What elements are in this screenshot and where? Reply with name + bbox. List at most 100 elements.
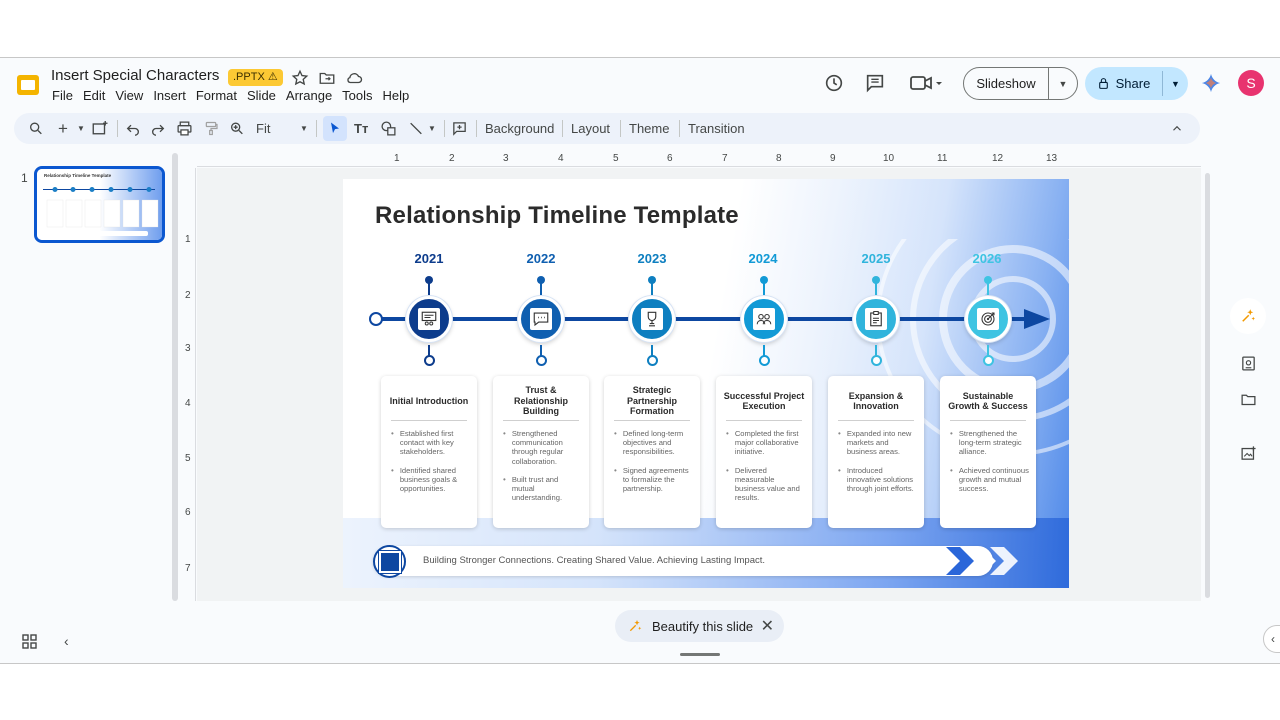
- theme-button[interactable]: Theme: [629, 119, 669, 138]
- zoom-select[interactable]: Fit: [256, 119, 270, 138]
- undo-icon[interactable]: [125, 119, 141, 138]
- insert-comment-icon[interactable]: [451, 119, 468, 138]
- milestone-card[interactable]: Successful Project Execution • Completed …: [716, 376, 812, 528]
- slideshow-label[interactable]: Slideshow: [964, 68, 1049, 99]
- line-icon[interactable]: [408, 119, 424, 138]
- ruler-tick: 3: [503, 153, 509, 164]
- milestone-node[interactable]: [853, 296, 899, 342]
- speaker-notes-handle[interactable]: [680, 653, 720, 656]
- menu-view[interactable]: View: [115, 88, 153, 103]
- meet-icon[interactable]: [909, 72, 945, 94]
- year-label[interactable]: 2025: [846, 251, 906, 266]
- year-label[interactable]: 2023: [622, 251, 682, 266]
- collapse-toolbar-icon[interactable]: [1170, 119, 1184, 138]
- search-menus-icon[interactable]: [28, 119, 44, 138]
- year-label[interactable]: 2022: [511, 251, 571, 266]
- milestone-card[interactable]: Trust & Relationship Building • Strengthe…: [493, 376, 589, 528]
- comments-icon[interactable]: [864, 72, 886, 94]
- milestone-card[interactable]: Expansion & Innovation • Expanded into ne…: [828, 376, 924, 528]
- beautify-chip[interactable]: Beautify this slide ✕: [615, 610, 784, 642]
- card-title: Successful Project Execution: [723, 390, 805, 412]
- milestone-node[interactable]: [629, 296, 675, 342]
- menu-bar: File Edit View Insert Format Slide Arran…: [52, 88, 419, 103]
- year-label[interactable]: 2024: [733, 251, 793, 266]
- slide-thumbnail[interactable]: Relationship Timeline Template: [34, 166, 165, 243]
- slideshow-button[interactable]: Slideshow ▼: [963, 67, 1078, 100]
- ruler-tick: 5: [185, 453, 191, 464]
- keep-side-button[interactable]: [1230, 345, 1266, 381]
- shape-icon[interactable]: [380, 119, 397, 138]
- zoom-dropdown-icon[interactable]: ▼: [300, 119, 308, 138]
- menu-insert[interactable]: Insert: [153, 88, 196, 103]
- ruler-tick: 6: [667, 153, 673, 164]
- milestone-card[interactable]: Initial Introduction • Established first …: [381, 376, 477, 528]
- footer-tagline[interactable]: Building Stronger Connections. Creating …: [423, 555, 765, 566]
- milestone-node[interactable]: [406, 296, 452, 342]
- redo-icon[interactable]: [150, 119, 166, 138]
- side-panel-toggle[interactable]: ‹: [1263, 625, 1280, 653]
- share-main[interactable]: Share: [1085, 71, 1163, 96]
- sparkle-icon: [629, 620, 642, 632]
- zoom-icon[interactable]: [229, 119, 245, 138]
- select-cursor-icon[interactable]: [327, 119, 343, 138]
- timeline-arrow[interactable]: [1024, 309, 1050, 329]
- grid-view-icon[interactable]: [22, 634, 38, 650]
- account-avatar[interactable]: S: [1238, 70, 1264, 96]
- milestone-node[interactable]: [965, 296, 1011, 342]
- close-icon[interactable]: ✕: [761, 616, 774, 636]
- slide-canvas[interactable]: Relationship Timeline Template 2021 2022…: [343, 179, 1069, 588]
- card-bullet: • Delivered measurable business value and…: [726, 465, 800, 503]
- menu-edit[interactable]: Edit: [83, 88, 115, 103]
- star-icon[interactable]: [291, 69, 309, 87]
- ruler-tick: 5: [613, 153, 619, 164]
- timeline-start-marker[interactable]: [369, 312, 383, 326]
- pptx-badge[interactable]: .PPTX ⚠: [228, 69, 283, 86]
- menu-format[interactable]: Format: [196, 88, 247, 103]
- slideshow-dropdown-icon[interactable]: ▼: [1049, 79, 1077, 89]
- paint-format-icon[interactable]: [203, 119, 219, 138]
- gemini-side-button[interactable]: [1230, 298, 1266, 334]
- card-divider: [838, 420, 914, 421]
- slide-title[interactable]: Relationship Timeline Template: [375, 202, 739, 230]
- beautify-label[interactable]: Beautify this slide: [652, 619, 753, 634]
- card-title: Initial Introduction: [389, 395, 469, 406]
- menu-tools[interactable]: Tools: [342, 88, 382, 103]
- print-icon[interactable]: [176, 119, 193, 138]
- collapse-filmstrip-icon[interactable]: ‹: [64, 633, 69, 649]
- vertical-ruler[interactable]: 1 2 3 4 5 6 7: [178, 168, 196, 601]
- transition-button[interactable]: Transition: [688, 119, 745, 138]
- slides-logo-icon[interactable]: [15, 72, 41, 98]
- line-dropdown-icon[interactable]: ▼: [428, 119, 436, 138]
- milestone-node[interactable]: [518, 296, 564, 342]
- timeline-line[interactable]: [381, 317, 1026, 321]
- document-title[interactable]: Insert Special Characters: [51, 67, 219, 84]
- move-folder-icon[interactable]: [318, 69, 336, 87]
- milestone-ring: [759, 355, 770, 366]
- menu-file[interactable]: File: [52, 88, 83, 103]
- menu-help[interactable]: Help: [383, 88, 420, 103]
- cloud-status-icon[interactable]: [345, 69, 363, 87]
- share-button[interactable]: Share ▼: [1085, 67, 1188, 100]
- ruler-tick: 1: [394, 153, 400, 164]
- new-slide-dropdown-icon[interactable]: ▼: [77, 119, 85, 138]
- add-on-side-button[interactable]: [1230, 435, 1266, 471]
- milestone-card[interactable]: Strategic Partnership Formation • Defined…: [604, 376, 700, 528]
- drive-side-button[interactable]: [1230, 381, 1266, 417]
- version-history-icon[interactable]: [823, 72, 845, 94]
- text-box-icon[interactable]: Tт: [354, 119, 368, 138]
- layout-button[interactable]: Layout: [571, 119, 610, 138]
- background-button[interactable]: Background: [485, 119, 554, 138]
- new-slide-icon[interactable]: +: [58, 119, 68, 138]
- insert-slide-icon[interactable]: [91, 119, 109, 138]
- team-icon: [756, 313, 772, 325]
- gemini-icon[interactable]: [1200, 72, 1222, 94]
- share-dropdown-icon[interactable]: ▼: [1163, 79, 1188, 89]
- menu-slide[interactable]: Slide: [247, 88, 286, 103]
- year-label[interactable]: 2021: [399, 251, 459, 266]
- canvas-scrollbar[interactable]: [1205, 173, 1210, 598]
- year-label[interactable]: 2026: [957, 251, 1017, 266]
- milestone-card[interactable]: Sustainable Growth & Success • Strengthen…: [940, 376, 1036, 528]
- horizontal-ruler[interactable]: 1 2 3 4 5 6 7 8 9 10 11 12 13: [197, 153, 1201, 167]
- milestone-node[interactable]: [741, 296, 787, 342]
- menu-arrange[interactable]: Arrange: [286, 88, 342, 103]
